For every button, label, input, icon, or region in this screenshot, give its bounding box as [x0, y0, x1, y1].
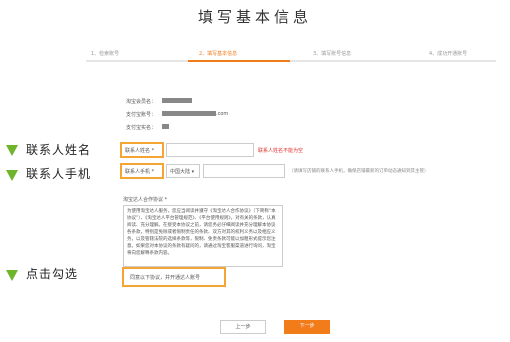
name-label-highlight: 联系人姓名 * [120, 142, 164, 158]
progress-steps: 1、检索账号 2、填写基本信息 3、填写账号信息 4、成功开通账号 [86, 50, 496, 70]
realname-redacted [162, 124, 169, 129]
agree-checkbox[interactable]: 同意以下协议，并开通达人账号 [122, 267, 226, 287]
contact-name-input[interactable] [166, 143, 254, 157]
alipay-suffix: .com [216, 111, 229, 117]
phone-hint: （请填写店铺的联系人手机，确保店铺最新的订单动态通知到其主管） [289, 169, 429, 174]
annotation-click-check: 点击勾选 [26, 267, 79, 281]
phone-label: 联系人手机 * [125, 169, 155, 175]
alipay-value: .com [162, 111, 228, 117]
name-label: 联系人姓名 * [125, 148, 155, 154]
alipay-redacted [162, 111, 216, 116]
step-1: 1、检索账号 [88, 50, 123, 57]
step-3: 3、填写账号信息 [310, 50, 355, 57]
phone-input[interactable] [203, 164, 285, 178]
marker-icon [6, 145, 18, 156]
progress-bar-active [188, 60, 290, 62]
phone-label-highlight: 联系人手机 * [120, 163, 164, 179]
annotation-contact-phone: 联系人手机 [26, 167, 92, 181]
country-select[interactable]: 中国大陆 ▾ [166, 164, 200, 178]
marker-icon [6, 270, 18, 281]
agreement-text: 为使用淘宝达人服务，您应当阅读并遵守《淘宝达人合作协议》（下简称“本协议”）、《… [127, 209, 276, 256]
marker-icon [6, 170, 18, 181]
step-2: 2、填写基本信息 [196, 50, 241, 57]
realname-label: 支付宝实名： [125, 125, 156, 131]
agree-text: 同意以下协议，并开通达人账号 [130, 275, 201, 281]
agreement-box[interactable]: 为使用淘宝达人服务，您应当阅读并遵守《淘宝达人合作协议》（下简称“本协议”）、《… [123, 205, 283, 267]
alipay-label: 支付宝账号： [125, 112, 156, 118]
shop-value-redacted [162, 98, 192, 103]
step-4: 4、成功开通账号 [426, 50, 471, 57]
annotation-contact-name: 联系人姓名 [26, 143, 92, 157]
country-value: 中国大陆 ▾ [170, 169, 195, 175]
agreement-label: 淘宝达人合作协议 * [123, 197, 168, 203]
shop-label: 淘宝会员名： [125, 99, 156, 105]
name-error: 联系人姓名不能为空 [258, 148, 304, 154]
progress-bar [86, 60, 496, 62]
prev-button[interactable]: 上一步 [220, 320, 266, 334]
page-title: 填写基本信息 [197, 8, 312, 26]
next-button[interactable]: 下一步 [284, 320, 330, 334]
